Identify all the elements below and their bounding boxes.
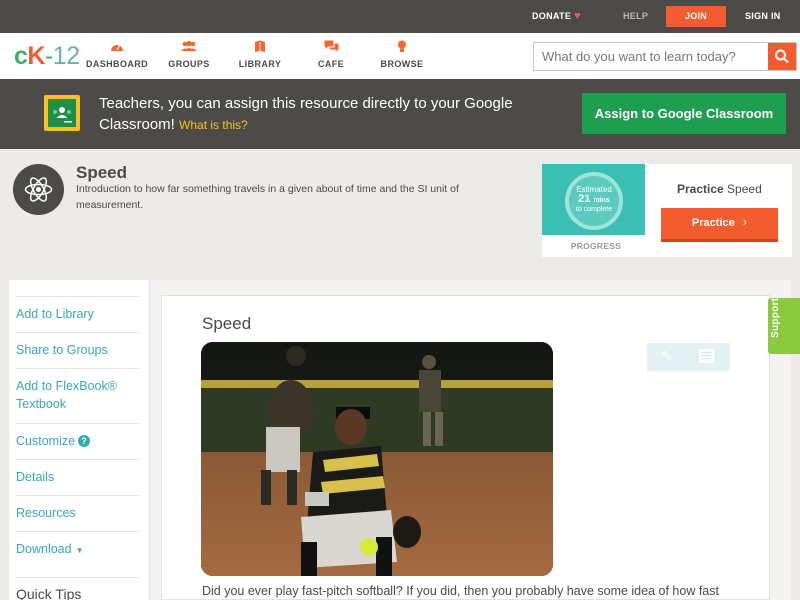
practice-card: Estimated 21 mins to complete PROGRESS P… [542,164,792,257]
browse-icon [367,40,437,54]
dashboard-icon [82,40,152,54]
concept-title: Speed [76,163,128,182]
heart-icon: ♥ [574,10,581,22]
concept-description: Introduction to how far something travel… [76,183,459,211]
customize-label: Customize [16,434,76,448]
atom-icon [13,164,64,215]
classroom-text: Teachers, you can assign this resource d… [99,95,513,133]
help-link[interactable]: HELP [623,0,648,33]
practice-title: Practice Speed [677,182,762,196]
practice-button[interactable]: Practice › [661,208,778,239]
google-classroom-banner: Teachers, you can assign this resource d… [0,79,800,149]
sidebar-item-resources[interactable]: Resources [16,495,139,522]
logo-k: K [27,42,45,70]
google-classroom-icon [44,95,80,131]
content-title: Speed [202,314,252,333]
top-bar: DONATE ♥ HELP JOIN SIGN IN [0,0,800,33]
progress-label: PROGRESS [570,241,622,251]
nav-browse-label: BROWSE [380,59,424,69]
download-label: Download [16,542,72,556]
intro-paragraph: Did you ever play fast-pitch softball? I… [202,584,719,598]
nav-dashboard[interactable]: DASHBOARD [82,40,152,69]
practice-title-topic: Speed [727,182,762,196]
logo-dash: - [44,42,53,70]
practice-title-bold: Practice [677,182,724,196]
nav-cafe-label: CAFE [317,59,345,69]
search-button[interactable] [768,43,796,70]
donate-link[interactable]: DONATE ♥ [532,0,581,33]
sidebar-item-share-to-groups[interactable]: Share to Groups [16,332,139,359]
logo-c: c [14,42,28,70]
search-input[interactable] [534,43,768,70]
estimated-time-ring: Estimated 21 mins to complete [565,172,623,230]
chevron-right-icon: › [742,214,748,229]
pencil-icon[interactable]: ✎ [661,348,673,365]
sidebar-item-customize[interactable]: Customize? [16,423,139,450]
nav-groups-label: GROUPS [168,59,210,69]
library-icon [225,40,295,54]
assign-google-classroom-button[interactable]: Assign to Google Classroom [582,93,786,134]
notes-icon[interactable] [699,349,714,363]
cafe-icon [296,40,366,54]
estimated-label: Estimated [576,185,612,194]
sign-in-link[interactable]: SIGN IN [745,0,781,33]
sidebar-item-add-to-flexbook[interactable]: Add to FlexBook® Textbook [16,368,139,413]
nav-groups[interactable]: GROUPS [154,40,224,69]
nav-dashboard-label: DASHBOARD [85,59,149,69]
help-question-icon[interactable]: ? [78,435,91,447]
support-tab[interactable]: Support [768,298,800,354]
ck12-logo[interactable]: cK-12 [14,42,80,71]
donate-label: DONATE [532,11,572,21]
sidebar-item-add-to-library[interactable]: Add to Library [16,296,139,323]
sidebar-item-download[interactable]: Download ▼ [16,531,139,560]
join-button[interactable]: JOIN [666,6,726,27]
nav-library[interactable]: LIBRARY [225,40,295,69]
softball-photo [201,342,553,576]
content-tools: ✎ [647,343,730,371]
minutes-value: 21 [578,193,591,205]
groups-icon [154,40,224,54]
minutes-unit: mins [593,197,610,204]
caret-down-icon: ▼ [75,546,84,555]
sidebar-item-details[interactable]: Details [16,459,139,486]
estimated-minutes: 21 mins [569,194,619,206]
search-icon [775,49,789,64]
classroom-message: Teachers, you can assign this resource d… [99,93,539,136]
what-is-this-link[interactable]: What is this? [179,118,248,132]
quick-tips-heading[interactable]: Quick Tips [16,577,139,600]
sidebar: Add to Library Share to Groups Add to Fl… [9,280,150,600]
practice-button-label: Practice [691,217,735,229]
support-label: Support [770,297,781,338]
nav-library-label: LIBRARY [238,59,282,69]
nav-browse[interactable]: BROWSE [367,40,437,69]
main-nav: cK-12 DASHBOARD GROUPS LIBRARY CAFE BROW… [0,33,800,79]
progress-badge: Estimated 21 mins to complete [542,164,645,235]
nav-cafe[interactable]: CAFE [296,40,366,69]
search-box [533,42,797,71]
to-complete-label: to complete [575,206,613,213]
logo-12: 12 [52,42,80,70]
